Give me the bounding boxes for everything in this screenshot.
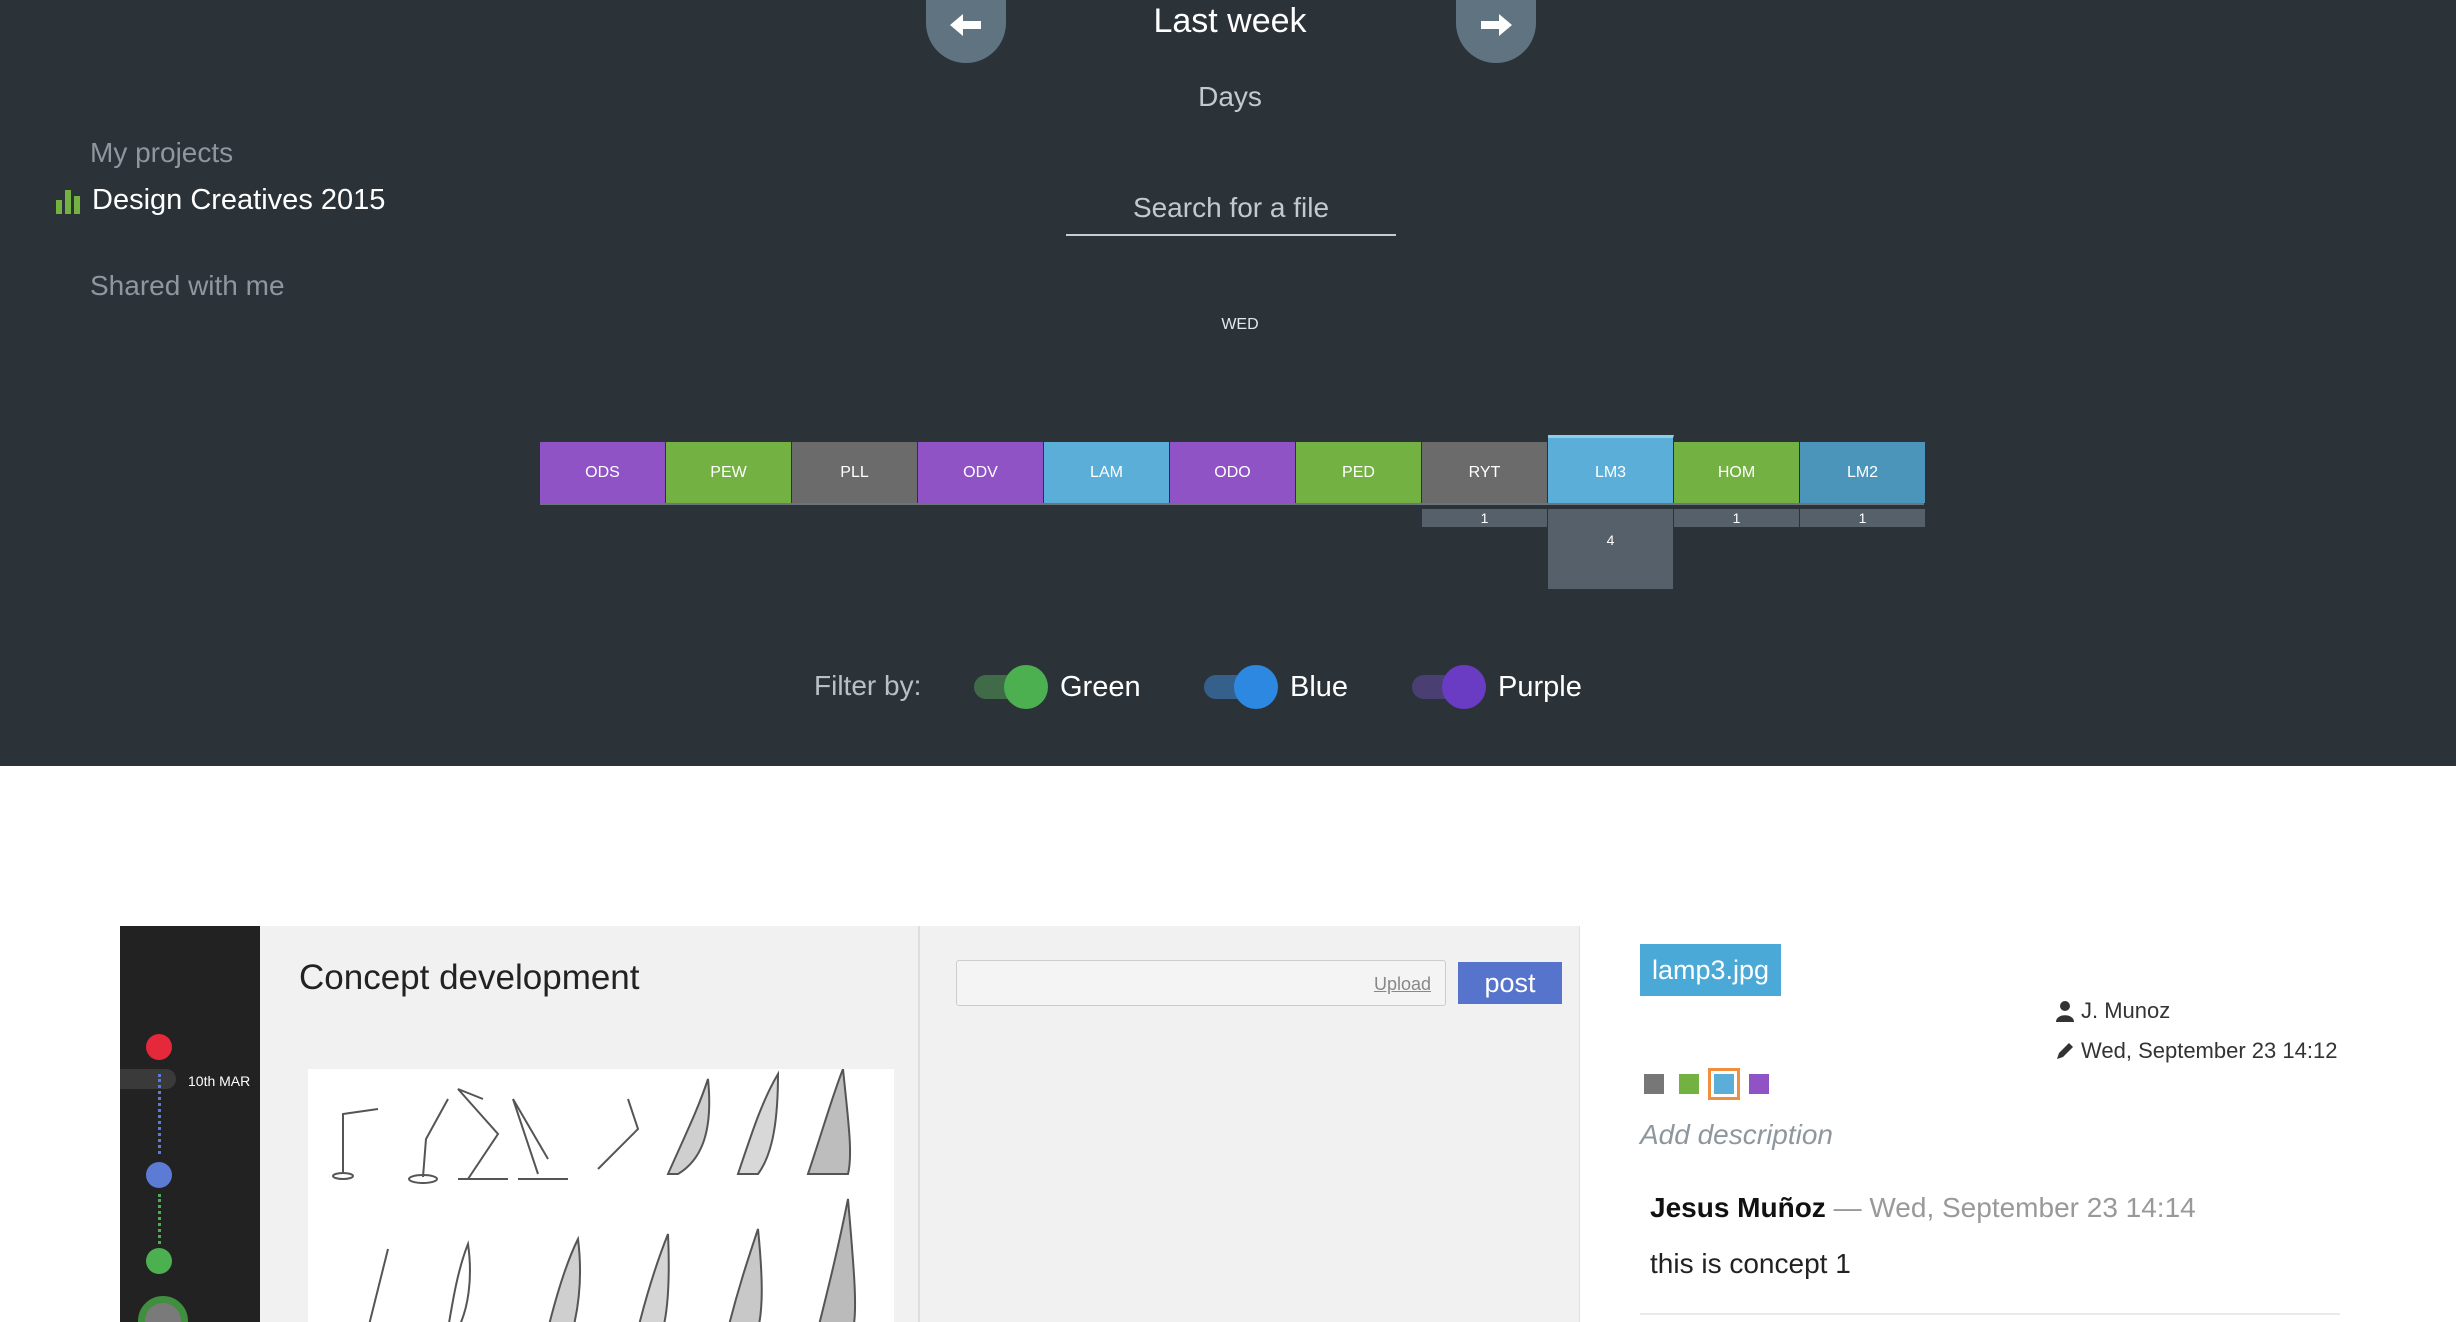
toggle-label: Blue	[1290, 670, 1349, 703]
comment-date: — Wed, September 23 14:14	[1825, 1192, 2196, 1223]
version-count[interactable]: 1	[1800, 509, 1926, 527]
file-block-lam[interactable]: LAM	[1044, 442, 1170, 503]
color-swatches	[1644, 1068, 1784, 1100]
toggle-knob	[1004, 665, 1048, 709]
version-count[interactable]: 1	[1422, 509, 1548, 527]
author-name: J. Munoz	[2081, 998, 2171, 1023]
file-detail-panel: lamp3.jpg J. Munoz Wed, September 23 14:…	[1640, 926, 2340, 1322]
arrow-left-icon	[950, 14, 981, 36]
timeline-baseline	[540, 503, 1924, 505]
my-projects-heading[interactable]: My projects	[90, 137, 233, 169]
filter-toggle-green[interactable]: Green	[974, 665, 1141, 709]
file-author: J. Munoz	[2055, 998, 2170, 1024]
current-step-dot[interactable]	[138, 1296, 188, 1322]
rail-connector	[158, 1194, 161, 1244]
version-count[interactable]: 1	[1674, 509, 1800, 527]
color-swatch[interactable]	[1749, 1074, 1769, 1094]
color-swatch[interactable]	[1644, 1074, 1664, 1094]
lamp-sketches	[332, 1068, 857, 1322]
toggle-label: Green	[1060, 670, 1141, 703]
filter-toggle-blue[interactable]: Blue	[1204, 665, 1348, 709]
timeline-header: Last week Days My projects Design Creati…	[0, 0, 2456, 766]
file-block-hom[interactable]: HOM	[1674, 442, 1800, 503]
file-timeline: ODS PEW PLL ODV LAM ODO PED RYT LM3 HOM LM2	[540, 435, 1926, 504]
version-count	[1296, 509, 1422, 527]
color-swatch[interactable]	[1679, 1074, 1699, 1094]
version-count	[1044, 509, 1170, 527]
color-swatch[interactable]	[1708, 1068, 1740, 1100]
search-input[interactable]	[1066, 186, 1396, 230]
shared-with-me-heading[interactable]: Shared with me	[90, 270, 285, 302]
add-description-link[interactable]: Add description	[1640, 1119, 1833, 1151]
file-block-ped[interactable]: PED	[1296, 442, 1422, 503]
comment-author: Jesus Muñoz	[1650, 1192, 1826, 1223]
step-dot[interactable]	[146, 1162, 172, 1188]
period-title: Last week	[1153, 2, 1307, 40]
step-rail: 10th MAR	[120, 926, 260, 1322]
file-block-odv[interactable]: ODV	[918, 442, 1044, 503]
day-label: WED	[1221, 316, 1259, 333]
period-unit-selector[interactable]: Days	[1000, 81, 1460, 113]
step-title: Concept development	[299, 958, 640, 997]
post-button[interactable]: post	[1458, 962, 1562, 1004]
file-search	[1066, 182, 1396, 236]
version-count	[666, 509, 792, 527]
comment-input[interactable]: Upload	[956, 960, 1446, 1006]
file-block-pll[interactable]: PLL	[792, 442, 918, 503]
concept-sketch-image[interactable]	[308, 1068, 894, 1322]
step-card: 10th MAR Concept development step 5 10th…	[120, 926, 1580, 1322]
previous-period-button[interactable]	[926, 0, 1006, 63]
filter-label: Filter by:	[814, 670, 922, 701]
next-period-button[interactable]	[1456, 0, 1536, 63]
user-icon	[2056, 1001, 2074, 1022]
sidebar-item-label: Design Creatives 2015	[92, 184, 386, 216]
rail-date: 10th MAR	[188, 1073, 251, 1089]
sidebar-item-design-creatives-2015[interactable]: Design Creatives 2015	[56, 184, 385, 217]
comment-pane: Upload post	[918, 926, 1579, 1322]
rail-connector	[158, 1074, 161, 1154]
file-name-tag[interactable]: lamp3.jpg	[1640, 944, 1782, 996]
file-modified: Wed, September 23 14:12	[2055, 1038, 2337, 1064]
comment-text: this is concept 1	[1650, 1248, 1851, 1279]
divider	[1640, 1313, 2340, 1315]
version-count	[918, 509, 1044, 527]
version-count	[1170, 509, 1296, 527]
toggle-label: Purple	[1498, 670, 1582, 703]
version-count	[792, 509, 918, 527]
file-block-ryt[interactable]: RYT	[1422, 442, 1548, 503]
file-block-lm2[interactable]: LM2	[1800, 442, 1926, 503]
step-dot[interactable]	[146, 1248, 172, 1274]
step-dot[interactable]	[146, 1034, 172, 1060]
toggle-track	[974, 665, 1048, 709]
toggle-track	[1204, 665, 1278, 709]
file-block-pew[interactable]: PEW	[666, 442, 792, 503]
version-count[interactable]: 4	[1548, 509, 1674, 589]
upload-link[interactable]: Upload	[1374, 974, 1431, 995]
version-count	[540, 509, 666, 527]
file-block-lm3[interactable]: LM3	[1548, 435, 1674, 503]
toggle-knob	[1234, 665, 1278, 709]
file-block-odo[interactable]: ODO	[1170, 442, 1296, 503]
toggle-knob	[1442, 665, 1486, 709]
bar-chart-icon	[56, 188, 82, 214]
comment-header: Jesus Muñoz — Wed, September 23 14:14	[1650, 1192, 2196, 1224]
filter-toggle-purple[interactable]: Purple	[1412, 665, 1582, 709]
toggle-track	[1412, 665, 1486, 709]
file-block-ods[interactable]: ODS	[540, 442, 666, 503]
modified-date: Wed, September 23 14:12	[2081, 1038, 2338, 1063]
pencil-icon	[2057, 1043, 2073, 1059]
version-counts: 1411	[540, 509, 1926, 589]
rail-selection	[120, 1069, 176, 1089]
arrow-right-icon	[1481, 14, 1512, 36]
